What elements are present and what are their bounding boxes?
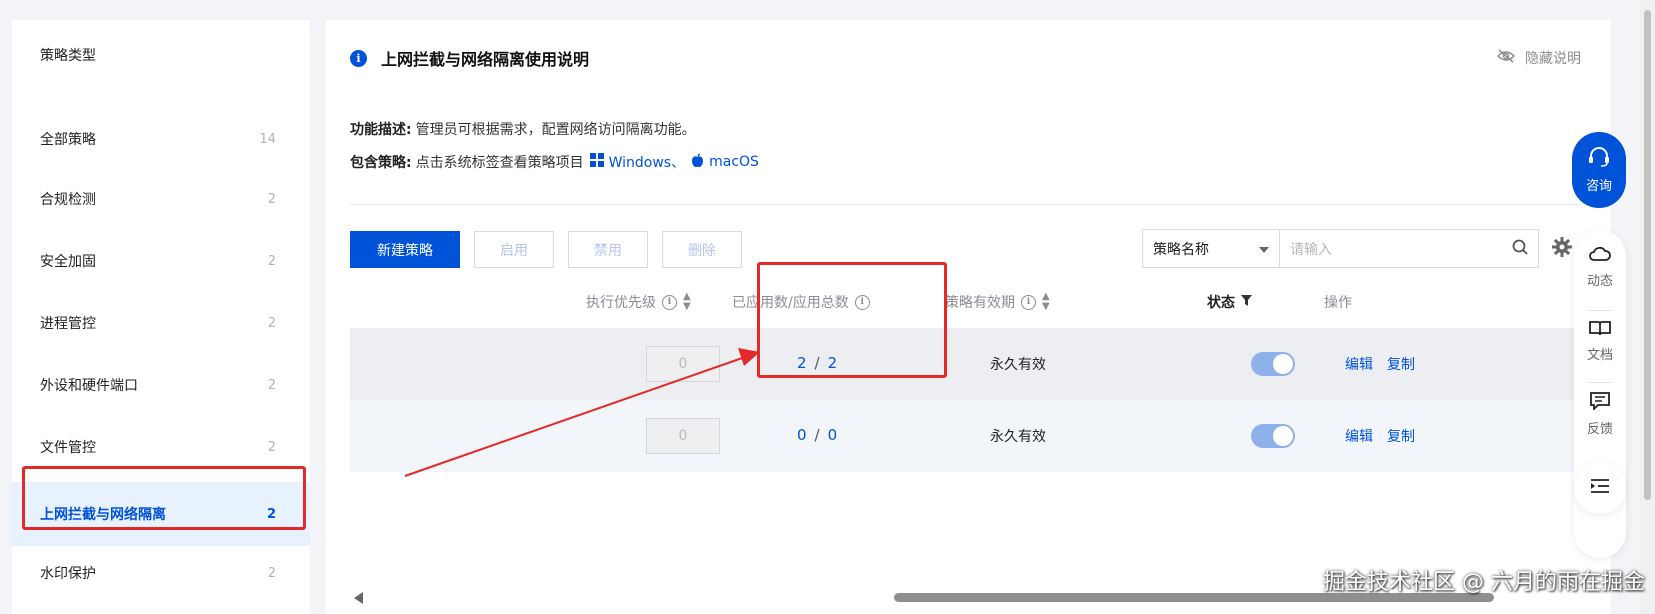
headset-icon — [1588, 146, 1610, 171]
menu-toggle-button[interactable] — [1574, 462, 1626, 514]
docs-label: 文档 — [1586, 348, 1613, 363]
book-icon — [1589, 320, 1611, 340]
feedback-button[interactable]: 反馈 — [1574, 392, 1626, 437]
dynamic-label: 动态 — [1586, 274, 1613, 289]
cloud-icon — [1589, 246, 1611, 266]
consult-label: 咨询 — [1585, 178, 1612, 194]
feedback-icon — [1590, 392, 1610, 414]
annotation-arrow — [404, 348, 760, 477]
scrollbar-thumb[interactable] — [1644, 10, 1651, 500]
indent-icon — [1590, 478, 1610, 498]
divider — [1588, 382, 1612, 383]
dynamic-button[interactable]: 动态 — [1574, 246, 1626, 289]
docs-button[interactable]: 文档 — [1574, 320, 1626, 363]
consult-button[interactable]: 咨询 — [1572, 132, 1626, 208]
divider — [1588, 310, 1612, 311]
vertical-scrollbar[interactable] — [1640, 0, 1655, 614]
feedback-label: 反馈 — [1586, 422, 1613, 437]
watermark-text: 掘金技术社区 @ 六月的雨在掘金 — [1323, 570, 1645, 595]
